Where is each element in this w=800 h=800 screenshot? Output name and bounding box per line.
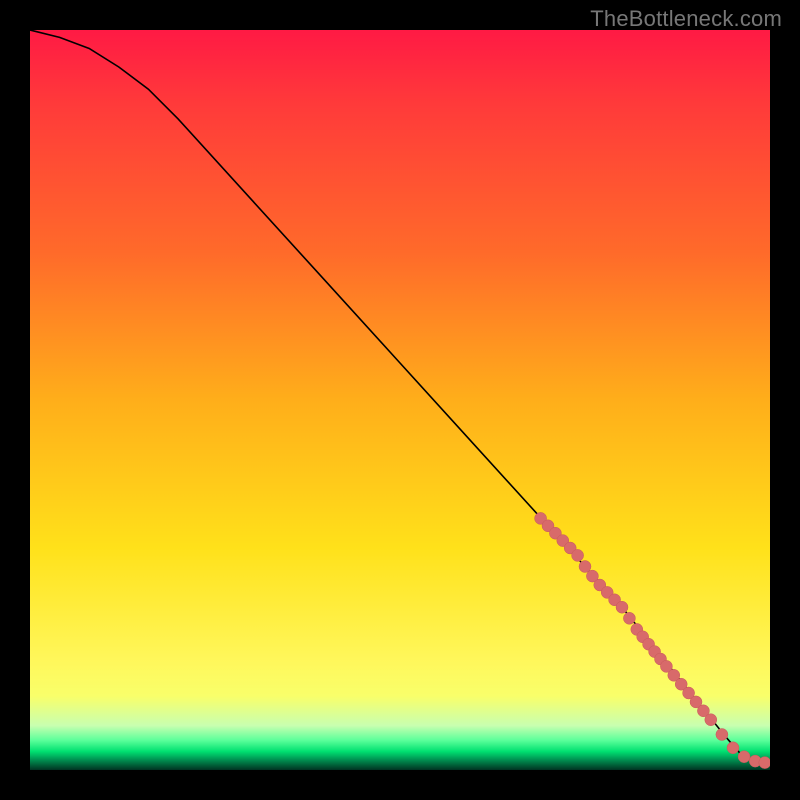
plot-area: [30, 30, 770, 770]
scatter-dots: [535, 512, 770, 768]
data-point: [727, 742, 739, 754]
data-point: [738, 751, 750, 763]
data-point: [579, 561, 591, 573]
watermark-text: TheBottleneck.com: [590, 6, 782, 32]
data-point: [716, 729, 728, 741]
data-point: [759, 757, 770, 769]
chart-container: TheBottleneck.com: [0, 0, 800, 800]
data-point: [623, 612, 635, 624]
data-point: [616, 601, 628, 613]
data-point: [705, 714, 717, 726]
data-point: [572, 549, 584, 561]
chart-overlay: [30, 30, 770, 770]
